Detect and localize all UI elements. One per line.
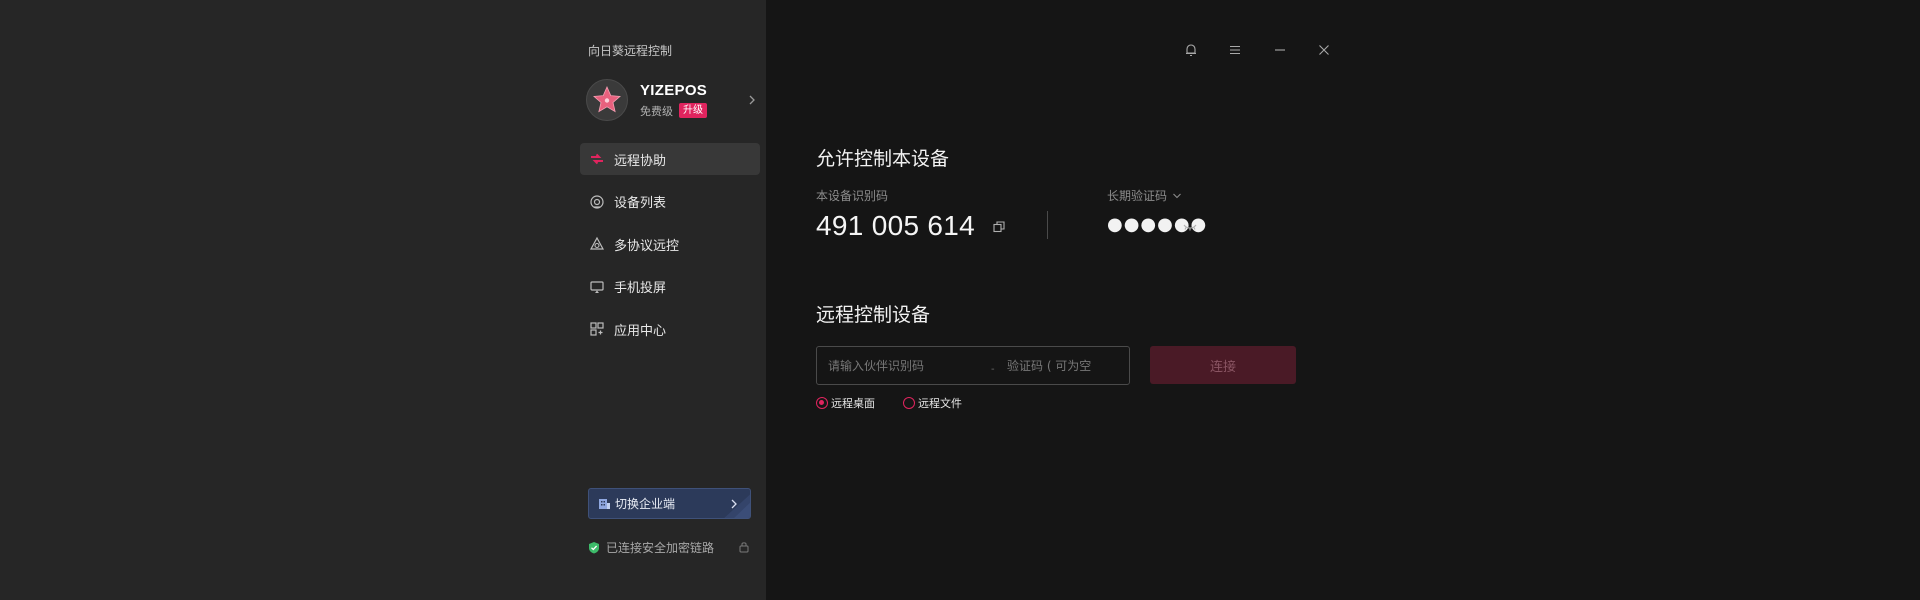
device-id: 491 005 614 — [816, 210, 976, 241]
mode-label: 远程文件 — [918, 397, 962, 410]
app-center-icon — [589, 321, 605, 337]
device-list-icon — [589, 194, 605, 210]
remote-control-title: 远程控制设备 — [816, 304, 931, 326]
username: YIZEPOS — [640, 81, 708, 99]
sidebar-item-remote-assist[interactable]: 远程协助 — [580, 143, 760, 175]
star-avatar-icon — [593, 86, 621, 113]
radio-checked-icon — [816, 397, 828, 409]
partner-id-input[interactable] — [828, 347, 988, 384]
sidebar-item-label: 远程协助 — [614, 153, 667, 169]
secure-connection-status: 已连接安全加密链路 — [588, 539, 750, 555]
minimize-icon[interactable] — [1271, 41, 1289, 59]
eye-closed-icon[interactable] — [1182, 219, 1198, 231]
upgrade-badge[interactable]: 升级 — [679, 103, 707, 118]
tier-label: 免费级 — [640, 104, 673, 118]
divider — [1047, 211, 1048, 239]
remote-assist-icon — [589, 151, 605, 167]
main-panel — [766, 0, 1920, 600]
multi-protocol-icon — [589, 236, 605, 252]
connect-button[interactable]: 连接 — [1150, 346, 1296, 384]
avatar — [586, 79, 628, 121]
sidebar-item-device-list[interactable]: 设备列表 — [580, 186, 760, 218]
shield-check-icon — [589, 541, 599, 553]
building-icon — [599, 499, 610, 509]
switch-enterprise-label: 切换企业端 — [615, 497, 676, 511]
menu-icon[interactable] — [1226, 41, 1244, 59]
copy-icon[interactable] — [992, 219, 1006, 233]
lock-icon[interactable] — [738, 540, 750, 553]
chevron-right-icon — [749, 95, 755, 105]
sidebar-item-multi-protocol[interactable]: 多协议远控 — [580, 228, 760, 260]
sidebar-item-label: 多协议远控 — [614, 238, 680, 254]
mode-remote-desktop[interactable]: 远程桌面 — [816, 395, 875, 411]
sidebar: 向日葵远程控制 YIZEPOS 免费级 升级 远程协助 设备列表 多协议远控 手… — [580, 0, 766, 600]
secure-status-text: 已连接安全加密链路 — [606, 540, 715, 555]
field-separator: - — [991, 364, 995, 375]
sidebar-item-label: 设备列表 — [614, 196, 667, 211]
chevron-down-icon — [1173, 193, 1181, 198]
verify-code-input[interactable] — [1007, 347, 1125, 384]
screen-cast-icon — [589, 279, 605, 295]
app-title: 向日葵远程控制 — [588, 44, 673, 58]
close-icon[interactable] — [1315, 41, 1333, 59]
allow-control-title: 允许控制本设备 — [816, 148, 950, 170]
password-type-dropdown[interactable]: 长期验证码 — [1107, 187, 1182, 204]
sidebar-item-label: 应用中心 — [614, 323, 667, 339]
bell-icon[interactable] — [1182, 41, 1200, 59]
chevron-right-icon — [731, 499, 737, 509]
sidebar-item-screen-cast[interactable]: 手机投屏 — [580, 271, 760, 303]
device-id-label: 本设备识别码 — [816, 189, 889, 203]
radio-unchecked-icon — [903, 397, 915, 409]
sidebar-nav: 远程协助 设备列表 多协议远控 手机投屏 应用中心 — [580, 143, 760, 356]
mode-label: 远程桌面 — [831, 397, 875, 410]
sidebar-item-label: 手机投屏 — [614, 281, 667, 296]
profile-card[interactable]: YIZEPOS 免费级 升级 — [586, 77, 762, 123]
mode-remote-file[interactable]: 远程文件 — [903, 395, 962, 411]
partner-connect-field: - — [816, 346, 1130, 385]
password-label: 长期验证码 — [1107, 189, 1168, 203]
switch-enterprise-button[interactable]: 切换企业端 — [588, 488, 751, 519]
sidebar-item-app-center[interactable]: 应用中心 — [580, 313, 760, 345]
